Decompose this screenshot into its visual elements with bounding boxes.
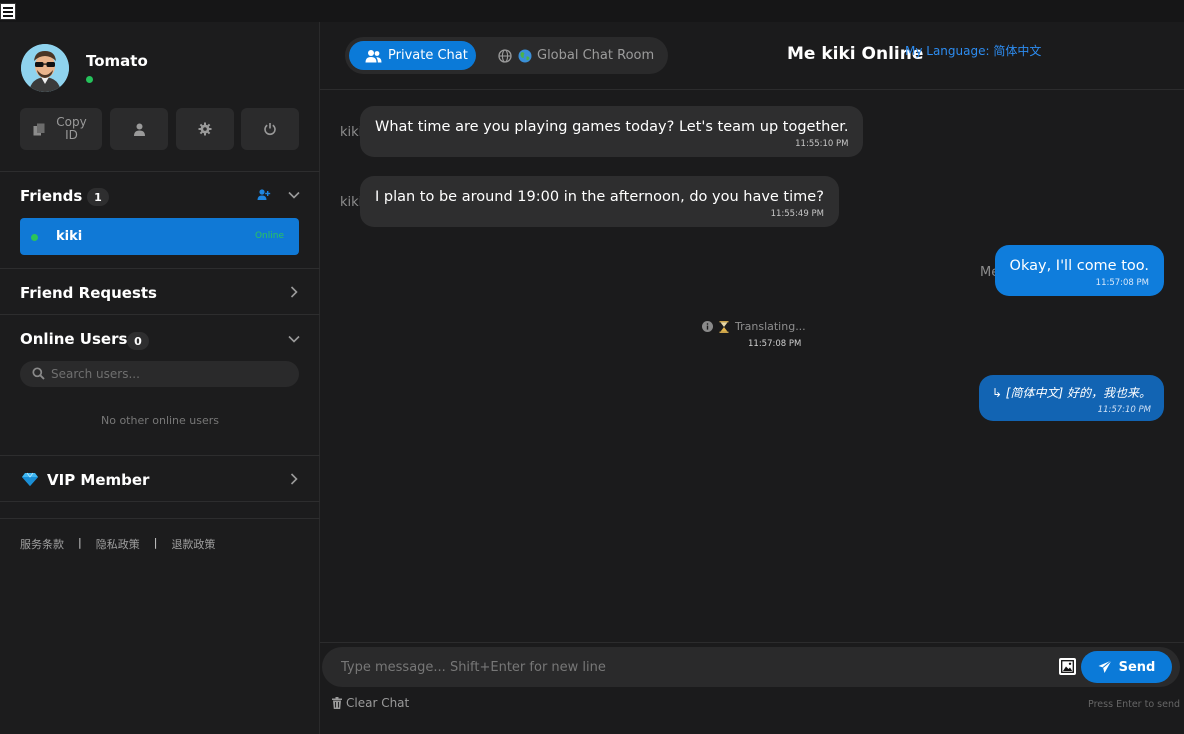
message-input[interactable] [341, 657, 1041, 677]
divider [0, 314, 320, 315]
gear-icon [198, 122, 212, 136]
search-users-input[interactable] [51, 365, 281, 383]
friends-count-badge: 1 [87, 188, 109, 206]
send-hint: Press Enter to send [1088, 699, 1180, 710]
info-icon [702, 321, 713, 332]
copy-icon [33, 123, 44, 135]
friend-status-dot [31, 234, 38, 241]
chat-mode-tabs: Private Chat Global Chat Room [345, 37, 668, 74]
message-text: Okay, I'll come too. [1009, 258, 1149, 274]
settings-button[interactable] [176, 108, 234, 150]
message-bubble-translated: ↳ [简体中文] 好的，我也来。 11:57:10 PM [978, 375, 1164, 421]
hourglass-icon [719, 320, 729, 333]
tab-global-chat[interactable]: Global Chat Room [498, 41, 654, 70]
user-icon [133, 123, 145, 136]
add-friend-icon[interactable] [257, 188, 271, 202]
divider [0, 171, 320, 172]
message-bubble-outgoing: Okay, I'll come too. 11:57:08 PM [994, 245, 1164, 296]
chat-header: Private Chat Global Chat Room Me kiki On… [320, 22, 1184, 90]
language-selector[interactable]: My Language: 简体中文 [905, 42, 1041, 59]
friend-item-kiki[interactable]: kiki Online [20, 218, 299, 255]
search-users-box[interactable] [20, 361, 299, 387]
clear-chat-label: Clear Chat [346, 696, 410, 710]
divider [0, 268, 320, 269]
message-time: 11:55:10 PM [795, 139, 849, 149]
status-indicator [86, 76, 93, 83]
translated-text: ↳ [简体中文] 好的，我也来。 [991, 386, 1151, 400]
diamond-icon [22, 472, 38, 486]
friend-requests-title[interactable]: Friend Requests [20, 284, 157, 302]
send-label: Send [1118, 659, 1156, 675]
online-users-count-badge: 0 [127, 332, 149, 350]
friends-title[interactable]: Friends [20, 187, 82, 205]
image-icon [1061, 660, 1074, 673]
message-bubble-incoming: What time are you playing games today? L… [360, 106, 864, 157]
online-users-title[interactable]: Online Users [20, 330, 127, 348]
sidebar: Tomato Copy ID Friends 1 kiki Online Fri… [0, 22, 320, 734]
chat-title: Me kiki Online [787, 44, 924, 64]
friend-status-text: Online [254, 231, 284, 241]
friend-name: kiki [56, 229, 83, 244]
clear-chat-button[interactable]: Clear Chat [332, 696, 409, 710]
vip-member-title[interactable]: VIP Member [47, 471, 149, 489]
chevron-down-icon[interactable] [287, 188, 301, 202]
earth-icon [518, 49, 532, 62]
empty-online-users: No other online users [100, 414, 220, 427]
chevron-down-icon[interactable] [287, 332, 301, 346]
paper-plane-icon [1098, 660, 1112, 673]
divider [0, 455, 320, 456]
system-message: Translating... [702, 320, 806, 333]
message-time: 11:57:10 PM [1097, 405, 1151, 415]
message-text: I plan to be around 19:00 in the afterno… [375, 189, 824, 205]
tab-private-chat[interactable]: Private Chat [349, 41, 476, 70]
message-composer: Send [322, 647, 1180, 687]
message-time: 11:55:49 PM [770, 209, 824, 219]
refund-link[interactable]: 退款政策 [171, 536, 215, 552]
tab-global-label: Global Chat Room [537, 48, 655, 63]
username: Tomato [86, 52, 148, 70]
system-message-text: Translating... [735, 320, 806, 333]
privacy-link[interactable]: 隐私政策 [96, 536, 140, 552]
title-bar [0, 0, 1184, 22]
terms-link[interactable]: 服务条款 [20, 536, 64, 552]
users-icon [365, 49, 382, 62]
link-separator: | [153, 536, 158, 549]
logout-button[interactable] [241, 108, 299, 150]
profile-button[interactable] [110, 108, 168, 150]
chevron-right-icon[interactable] [287, 472, 301, 486]
tab-private-label: Private Chat [388, 48, 468, 63]
power-icon [264, 123, 276, 136]
avatar[interactable] [21, 44, 69, 92]
globe-icon [498, 48, 512, 63]
divider [320, 642, 1184, 643]
avatar-image [21, 44, 69, 92]
search-icon [32, 367, 45, 380]
system-message-time: 11:57:08 PM [748, 339, 802, 349]
message-sender: kiki [340, 195, 363, 210]
copy-id-label: Copy ID [56, 115, 87, 142]
image-upload-button[interactable] [1059, 658, 1076, 675]
message-bubble-incoming: I plan to be around 19:00 in the afterno… [360, 176, 839, 227]
divider [0, 501, 320, 502]
link-separator: | [78, 536, 82, 549]
copy-id-button[interactable]: Copy ID [20, 108, 102, 150]
footer-links: 服务条款 | 隐私政策 | 退款政策 [20, 536, 215, 552]
divider [0, 518, 320, 519]
message-text: What time are you playing games today? L… [375, 119, 849, 135]
chevron-right-icon[interactable] [287, 285, 301, 299]
send-button[interactable]: Send [1081, 651, 1172, 683]
message-time: 11:57:08 PM [1095, 278, 1149, 288]
menu-icon[interactable] [0, 3, 16, 20]
message-sender: kiki [340, 125, 363, 140]
trash-icon [332, 697, 342, 709]
chat-panel: Private Chat Global Chat Room Me kiki On… [320, 22, 1184, 734]
